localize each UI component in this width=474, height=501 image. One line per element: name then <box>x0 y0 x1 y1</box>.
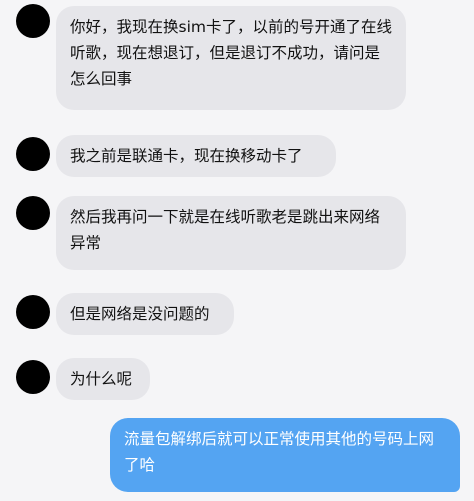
contact-avatar[interactable] <box>16 360 50 394</box>
contact-avatar[interactable] <box>16 137 50 171</box>
message-bubble-incoming: 你好，我现在换sim卡了，以前的号开通了在线听歌，现在想退订，但是退订不成功，请… <box>56 6 406 110</box>
message-text: 为什么呢 <box>70 370 133 388</box>
message-bubble-incoming: 我之前是联通卡，现在换移动卡了 <box>56 135 336 177</box>
message-bubble-incoming: 然后我再问一下就是在线听歌老是跳出来网络异常 <box>56 196 406 270</box>
message-text: 流量包解绑后就可以正常使用其他的号码上网了哈 <box>124 430 435 474</box>
contact-avatar[interactable] <box>16 4 50 38</box>
contact-avatar[interactable] <box>16 295 50 329</box>
message-text: 然后我再问一下就是在线听歌老是跳出来网络异常 <box>70 208 381 252</box>
message-text: 但是网络是没问题的 <box>70 305 210 323</box>
message-bubble-incoming: 但是网络是没问题的 <box>56 293 234 335</box>
message-bubble-outgoing: 流量包解绑后就可以正常使用其他的号码上网了哈 <box>110 418 460 492</box>
message-bubble-incoming: 为什么呢 <box>56 358 150 400</box>
contact-avatar[interactable] <box>16 196 50 230</box>
message-text: 我之前是联通卡，现在换移动卡了 <box>70 147 303 165</box>
message-text: 你好，我现在换sim卡了，以前的号开通了在线听歌，现在想退订，但是退订不成功，请… <box>70 18 392 88</box>
